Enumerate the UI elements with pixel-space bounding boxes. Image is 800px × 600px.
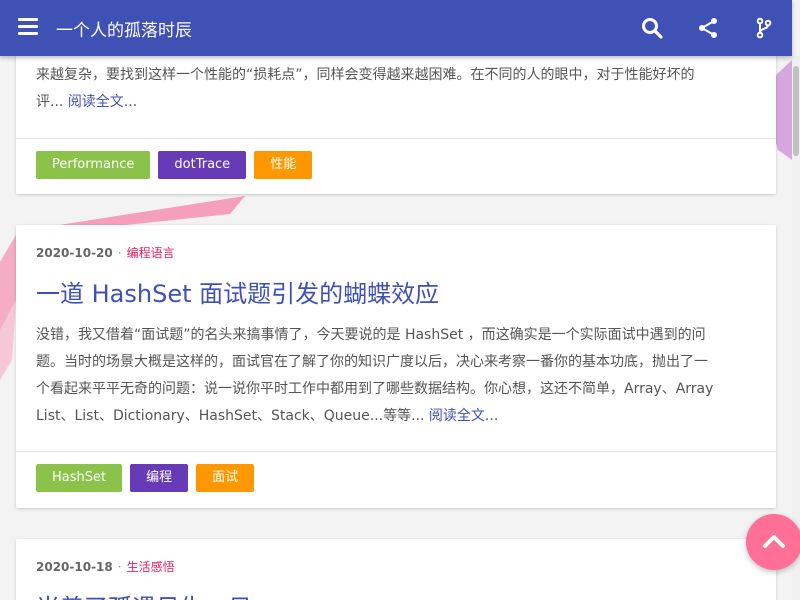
read-more-link[interactable]: 阅读全文... xyxy=(429,408,498,424)
scrollbar-thumb[interactable] xyxy=(793,66,799,156)
post-card: 2020-10-18 · 生活感悟 当善了孤遇见生一日 xyxy=(16,539,776,600)
post-title[interactable]: 一道 HashSet 面试题引发的蝴蝶效应 xyxy=(36,274,439,309)
back-to-top-button[interactable] xyxy=(746,514,800,570)
tag-interview[interactable]: 面试 xyxy=(196,464,255,492)
post-date: 2020-10-20 xyxy=(36,246,113,260)
post-excerpt: 来越复杂，要找到这样一个性能的“损耗点”，同样会变得越来越困难。在不同的人的眼中… xyxy=(36,62,756,116)
post-excerpt: 没错，我又借着“面试题”的名头来搞事情了，今天要说的是 HashSet ，而这确… xyxy=(36,322,756,430)
post-date: 2020-10-18 xyxy=(36,560,113,574)
excerpt-line: List、List、Dictionary、HashSet、Stack、Queue… xyxy=(36,408,499,424)
excerpt-line: 个看起来平平无奇的问题：说一说你平时工作中都用到了哪些数据结构。你心想，这还不简… xyxy=(36,381,714,397)
post-category[interactable]: 生活感悟 xyxy=(127,560,175,574)
site-title[interactable]: 一个人的孤落时辰 xyxy=(56,16,192,41)
excerpt-line: 没错，我又借着“面试题”的名头来搞事情了，今天要说的是 HashSet ，而这确… xyxy=(36,327,706,343)
post-title[interactable]: 当善了孤遇见生一日 xyxy=(36,588,252,600)
post-card: 2020-10-20 · 编程语言 一道 HashSet 面试题引发的蝴蝶效应 没错… xyxy=(16,225,776,508)
tag-hashset[interactable]: HashSet xyxy=(36,464,123,492)
post-category[interactable]: 编程语言 xyxy=(127,246,175,260)
tag-list: Performance dotTrace 性能 xyxy=(36,151,313,179)
excerpt-line: 题。当时的场景大概是这样的，面试官在了解了你的知识广度以后，决心来考察一番你的基… xyxy=(36,354,708,370)
post-meta: 2020-10-18 · 生活感悟 xyxy=(36,558,175,575)
post-card: 来越复杂，要找到这样一个性能的“损耗点”，同样会变得越来越困难。在不同的人的眼中… xyxy=(16,40,776,194)
tag-performance-cn[interactable]: 性能 xyxy=(254,151,313,179)
tag-dottrace[interactable]: dotTrace xyxy=(158,151,247,179)
post-meta: 2020-10-20 · 编程语言 xyxy=(36,244,175,261)
tag-list: HashSet 编程 面试 xyxy=(36,464,255,492)
share-icon[interactable] xyxy=(696,16,720,40)
menu-icon[interactable] xyxy=(18,18,38,38)
top-navbar: 一个人的孤落时辰 xyxy=(0,0,792,56)
meta-separator: · xyxy=(117,246,122,260)
tag-programming[interactable]: 编程 xyxy=(130,464,189,492)
git-branch-icon[interactable] xyxy=(752,16,776,40)
card-divider xyxy=(16,451,776,452)
tag-performance[interactable]: Performance xyxy=(36,151,151,179)
excerpt-line: 来越复杂，要找到这样一个性能的“损耗点”，同样会变得越来越困难。在不同的人的眼中… xyxy=(36,67,695,83)
read-more-link[interactable]: 阅读全文... xyxy=(68,94,137,110)
card-divider xyxy=(16,138,776,139)
chevron-up-icon xyxy=(763,535,785,548)
meta-separator: · xyxy=(117,560,122,574)
excerpt-line: 评... 阅读全文... xyxy=(36,94,138,110)
search-icon[interactable] xyxy=(640,16,664,40)
